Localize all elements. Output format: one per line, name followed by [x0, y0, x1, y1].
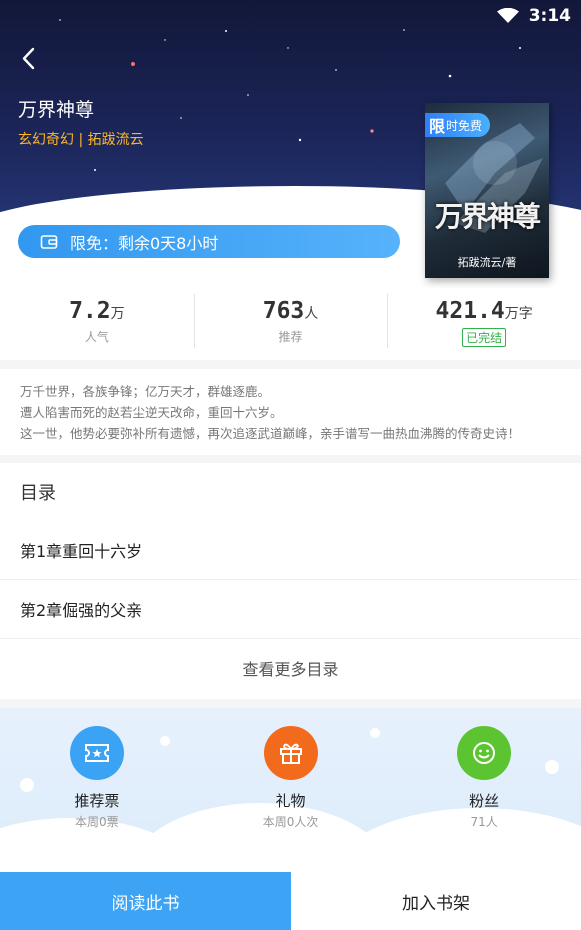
- read-book-button[interactable]: 阅读此书: [0, 872, 291, 930]
- support-items: 推荐票 本周0票 礼物 本周0人次 粉丝 71人: [0, 726, 581, 830]
- book-intro[interactable]: 万千世界，各族争锋；亿万天才，群雄逐鹿。 遭人陷害而死的赵若尘逆天改命，重回十六…: [0, 369, 581, 455]
- more-catalog-button[interactable]: 查看更多目录: [0, 639, 581, 697]
- cover-author: 拓跋流云/著: [457, 256, 517, 269]
- stat-word-count: 421.4万字 已完结: [387, 288, 581, 360]
- gift-button[interactable]: 礼物 本周0人次: [194, 726, 388, 830]
- wifi-icon: [496, 8, 519, 23]
- stat-unit: 万字: [504, 305, 533, 321]
- chapter-item[interactable]: 第1章重回十六岁: [0, 521, 581, 580]
- limited-free-banner: 限免：剩余0天8小时: [18, 225, 400, 258]
- smile-icon: [457, 726, 512, 780]
- support-sub: 71人: [470, 815, 498, 829]
- intro-line: 遭人陷害而死的赵若尘逆天改命，重回十六岁。: [20, 405, 283, 420]
- stat-value: 7.2: [69, 298, 111, 324]
- stat-value: 421.4: [435, 298, 505, 324]
- catalog-heading: 目录: [20, 483, 56, 504]
- support-label: 粉丝: [469, 792, 500, 810]
- badge-big-char: 限: [429, 117, 446, 136]
- status-time: 3:14: [528, 6, 571, 26]
- stat-unit: 万: [110, 305, 125, 321]
- catalog-section: 目录 第1章重回十六岁 第2章倔强的父亲 查看更多目录: [0, 463, 581, 699]
- badge-text: 时免费: [446, 118, 483, 133]
- back-button[interactable]: [14, 44, 44, 74]
- stat-label: 人气: [84, 330, 109, 344]
- support-section: 推荐票 本周0票 礼物 本周0人次 粉丝 71人: [0, 708, 581, 878]
- bottom-action-bar: 阅读此书 加入书架: [0, 872, 581, 930]
- stat-label: 推荐: [278, 330, 303, 344]
- cover-title: 万界神尊: [434, 200, 541, 233]
- wallet-icon: [40, 234, 58, 249]
- stat-unit: 人: [304, 305, 319, 321]
- support-label: 推荐票: [74, 792, 120, 810]
- book-meta: 玄幻奇幻 | 拓跋流云: [18, 132, 144, 148]
- back-arrow-icon: [22, 47, 35, 70]
- stat-value: 763: [262, 298, 305, 324]
- intro-line: 这一世，他势必要弥补所有遗憾，再次追逐武道巅峰，亲手谱写一曲热血沸腾的传奇史诗！: [20, 426, 521, 441]
- book-stats: 7.2万 人气 763人 推荐 421.4万字 已完结: [0, 288, 581, 360]
- support-sub: 本周0票: [75, 815, 119, 829]
- stat-popularity: 7.2万 人气: [0, 288, 194, 360]
- book-title: 万界神尊: [18, 99, 95, 121]
- chapter-item[interactable]: 第2章倔强的父亲: [0, 580, 581, 639]
- support-label: 礼物: [275, 792, 306, 810]
- fans-button[interactable]: 粉丝 71人: [387, 726, 581, 830]
- limited-free-badge: 限 时免费: [425, 113, 491, 137]
- completed-badge: 已完结: [462, 328, 507, 347]
- intro-line: 万千世界，各族争锋；亿万天才，群雄逐鹿。: [20, 384, 271, 399]
- gift-icon: [263, 726, 318, 780]
- book-cover[interactable]: 限 时免费 万界神尊 拓跋流云/著: [425, 103, 549, 278]
- recommend-ticket-button[interactable]: 推荐票 本周0票: [0, 726, 194, 830]
- free-countdown-text: 限免：剩余0天8小时: [70, 233, 219, 253]
- support-sub: 本周0人次: [262, 815, 319, 829]
- stat-recommend: 763人 推荐: [193, 288, 388, 360]
- add-to-shelf-button[interactable]: 加入书架: [291, 872, 581, 930]
- status-bar: 3:14: [496, 0, 581, 32]
- ticket-icon: [69, 726, 124, 780]
